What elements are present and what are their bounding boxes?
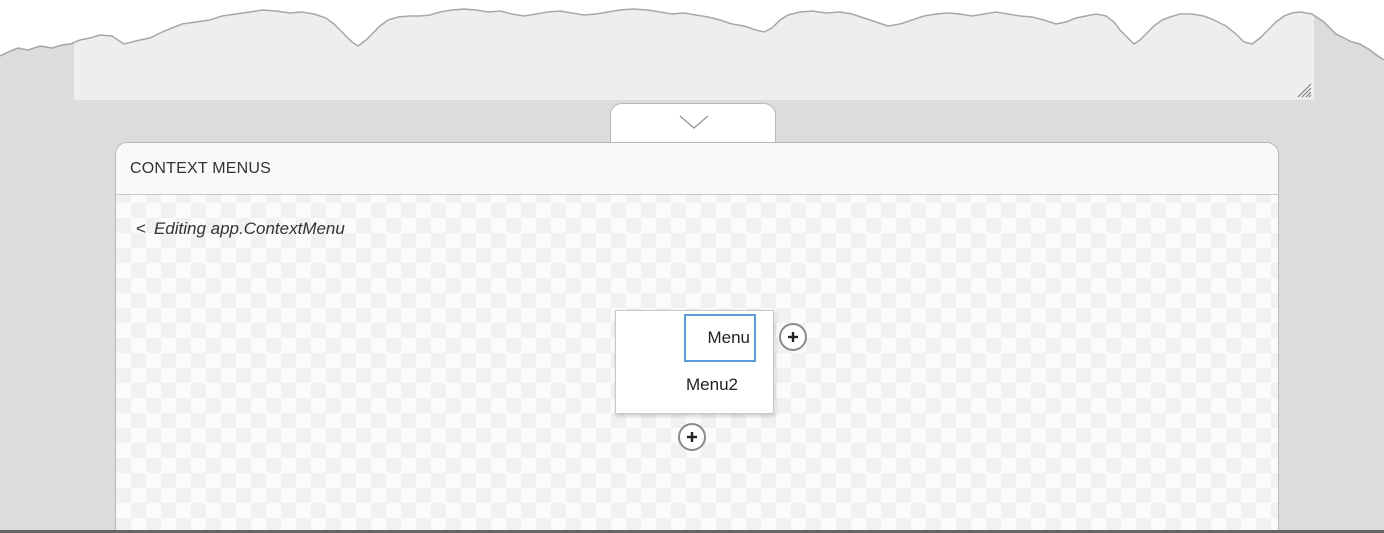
back-arrow-icon[interactable]: < (136, 219, 146, 239)
screenshot-stage: CONTEXT MENUS < Editing app.ContextMenu M… (0, 0, 1384, 533)
menu-item-editor[interactable] (684, 314, 756, 362)
breadcrumb: < Editing app.ContextMenu (136, 219, 345, 239)
context-menus-panel: CONTEXT MENUS < Editing app.ContextMenu M… (115, 142, 1279, 533)
plus-icon (788, 332, 798, 342)
breadcrumb-text: Editing app.ContextMenu (153, 219, 345, 238)
torn-edge-overlay (0, 0, 1384, 60)
plus-icon (687, 432, 697, 442)
chevron-down-icon (679, 115, 709, 129)
add-sibling-item-button[interactable] (779, 323, 807, 351)
panel-header: CONTEXT MENUS (116, 143, 1278, 195)
resize-grip-icon[interactable] (1296, 82, 1312, 98)
collapse-panel-tab[interactable] (610, 103, 776, 145)
add-menu-item-button[interactable] (678, 423, 706, 451)
menu-item-label-input[interactable] (686, 316, 754, 360)
context-menu-preview: Menu2 (615, 310, 774, 414)
menu-item[interactable]: Menu2 (686, 375, 738, 395)
panel-title: CONTEXT MENUS (130, 160, 271, 177)
